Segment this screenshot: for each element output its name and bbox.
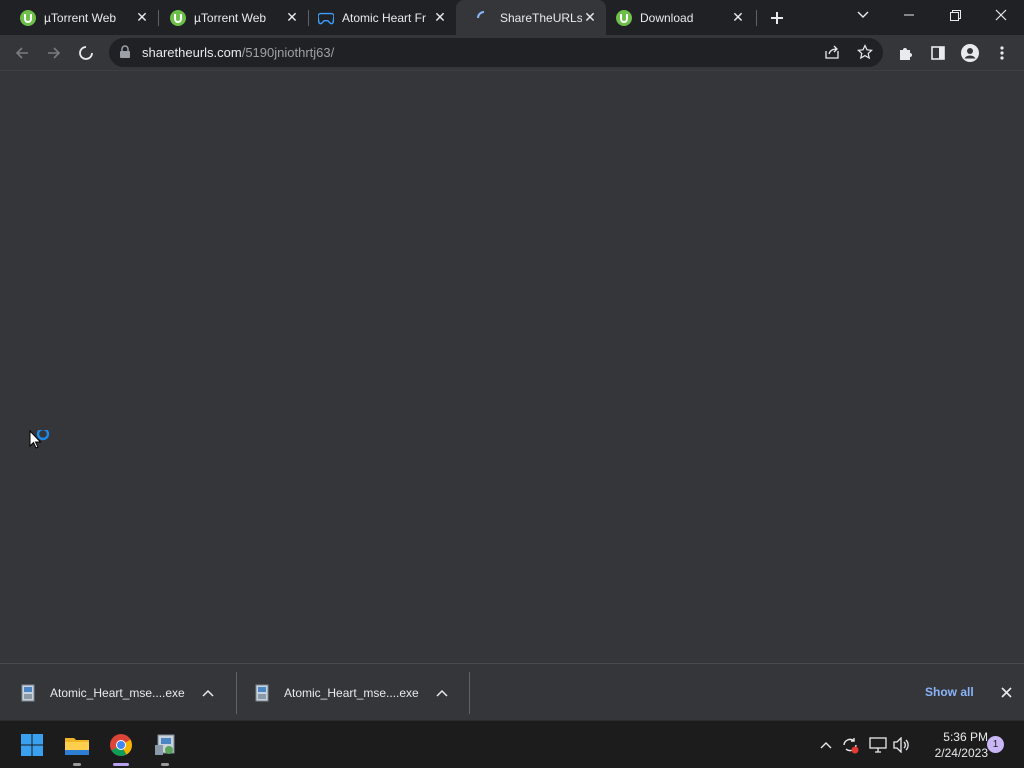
utorrent-icon xyxy=(616,9,632,26)
chrome-taskbar-button[interactable] xyxy=(105,729,137,766)
lock-icon[interactable] xyxy=(119,45,131,64)
file-explorer-button[interactable] xyxy=(61,729,93,766)
restore-icon xyxy=(949,9,961,21)
volume-icon[interactable] xyxy=(892,735,912,755)
chrome-icon xyxy=(110,734,132,756)
download-item[interactable]: Atomic_Heart_mse....exe xyxy=(20,664,226,721)
utorrent-icon xyxy=(20,9,36,26)
installer-taskbar-button[interactable] xyxy=(149,729,181,766)
chevron-up-icon[interactable] xyxy=(201,686,215,700)
puzzle-icon xyxy=(900,48,912,60)
download-filename: Atomic_Heart_mse....exe xyxy=(50,685,185,700)
kebab-menu-icon xyxy=(1000,46,1004,60)
close-icon xyxy=(995,9,1007,21)
extensions-button[interactable] xyxy=(892,39,920,67)
plus-icon xyxy=(771,12,783,24)
clock-date: 2/24/2023 xyxy=(934,746,988,760)
window-close-button[interactable] xyxy=(978,0,1024,30)
browser-toolbar: sharetheurls.com/5190jniothrtj63/ xyxy=(0,35,1024,70)
tab-utorrent-web-1[interactable]: µTorrent Web ✕ xyxy=(0,0,158,35)
utorrent-icon xyxy=(170,9,186,26)
tab-sharetheurls[interactable]: ShareTheURLs - ✕ xyxy=(456,0,606,35)
gamepad-icon xyxy=(318,10,334,26)
share-icon[interactable] xyxy=(824,44,840,65)
tab-title: Download xyxy=(640,10,694,25)
tab-utorrent-web-2[interactable]: µTorrent Web ✕ xyxy=(150,0,308,35)
close-icon[interactable]: ✕ xyxy=(134,9,150,26)
minimize-icon xyxy=(904,14,914,16)
windows-logo-icon xyxy=(21,734,43,756)
chevron-down-icon xyxy=(857,11,869,18)
close-icon[interactable] xyxy=(998,684,1014,700)
downloads-bar: Atomic_Heart_mse....exe Atomic_Heart_mse… xyxy=(0,663,1024,720)
download-divider xyxy=(236,672,237,714)
arrow-right-icon xyxy=(48,47,61,59)
network-icon[interactable] xyxy=(868,735,888,755)
tab-divider xyxy=(756,10,757,26)
tab-title: ShareTheURLs - xyxy=(500,10,582,25)
folder-icon xyxy=(65,738,89,755)
close-icon[interactable]: ✕ xyxy=(432,9,448,26)
arrow-left-icon xyxy=(15,47,28,59)
chevron-up-icon xyxy=(820,742,832,749)
tab-title: µTorrent Web xyxy=(44,10,117,25)
forward-button[interactable] xyxy=(40,39,68,67)
notification-badge[interactable]: 1 xyxy=(987,736,1004,753)
clock[interactable]: 5:36 PM 2/24/2023 xyxy=(918,729,988,761)
side-panel-icon xyxy=(931,46,945,60)
page-content[interactable] xyxy=(0,70,1024,663)
installer-file-icon xyxy=(20,684,36,702)
download-item[interactable]: Atomic_Heart_mse....exe xyxy=(254,664,460,721)
tab-atomic-heart[interactable]: Atomic Heart Fr ✕ xyxy=(298,0,456,35)
loading-spinner-icon xyxy=(476,10,492,26)
url-host: sharetheurls.com xyxy=(142,45,242,60)
menu-button[interactable] xyxy=(988,39,1016,67)
new-tab-button[interactable] xyxy=(765,6,789,30)
tab-strip: µTorrent Web ✕ µTorrent Web ✕ Atomic Hea… xyxy=(0,0,1024,35)
download-divider xyxy=(469,672,470,714)
start-button[interactable] xyxy=(16,729,48,761)
address-bar[interactable]: sharetheurls.com/5190jniothrtj63/ xyxy=(109,38,883,67)
stop-loading-button[interactable] xyxy=(72,39,100,67)
installer-file-icon xyxy=(254,684,270,702)
running-indicator xyxy=(161,763,169,766)
active-indicator xyxy=(113,763,129,766)
tab-search-button[interactable] xyxy=(840,0,886,30)
tab-download[interactable]: Download ✕ xyxy=(596,0,754,35)
show-hidden-icons-button[interactable] xyxy=(816,735,836,755)
tab-title: µTorrent Web xyxy=(194,10,267,25)
back-button[interactable] xyxy=(8,39,36,67)
loading-spinner-icon xyxy=(79,46,93,60)
chevron-up-icon[interactable] xyxy=(435,686,449,700)
clock-time: 5:36 PM xyxy=(943,730,988,744)
tab-title: Atomic Heart Fr xyxy=(342,10,427,25)
bookmark-star-icon[interactable] xyxy=(857,44,873,65)
show-all-button[interactable]: Show all xyxy=(925,685,974,699)
busy-cursor-icon xyxy=(29,427,53,459)
restore-button[interactable] xyxy=(932,0,978,30)
installer-icon xyxy=(155,734,175,755)
profile-icon xyxy=(961,44,979,62)
minimize-button[interactable] xyxy=(886,0,932,30)
url-text: sharetheurls.com/5190jniothrtj63/ xyxy=(142,45,334,60)
sync-status-icon[interactable] xyxy=(840,735,860,755)
side-panel-button[interactable] xyxy=(924,39,952,67)
running-indicator xyxy=(73,763,81,766)
download-filename: Atomic_Heart_mse....exe xyxy=(284,685,419,700)
close-icon[interactable]: ✕ xyxy=(730,9,746,26)
url-path: /5190jniothrtj63/ xyxy=(241,45,335,60)
windows-taskbar: 5:36 PM 2/24/2023 xyxy=(0,720,1024,768)
profile-button[interactable] xyxy=(956,39,984,67)
